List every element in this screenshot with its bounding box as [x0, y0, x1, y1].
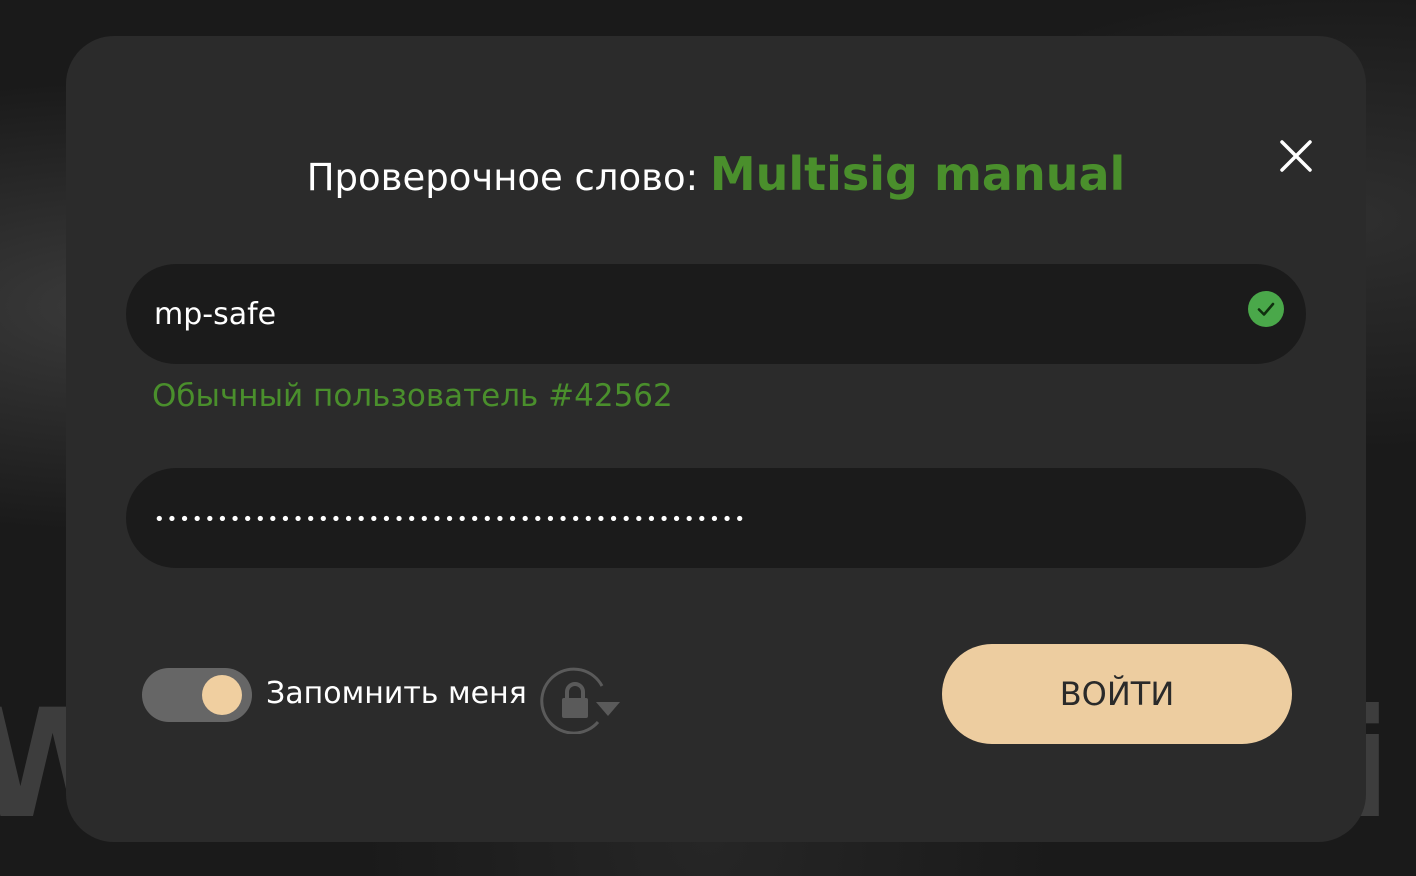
remember-me-label: Запомнить меня [266, 676, 527, 711]
verification-word: Multisig manual [709, 147, 1126, 201]
password-input[interactable]: ••••••••••••••••••••••••••••••••••••••••… [154, 468, 747, 568]
password-field[interactable]: ••••••••••••••••••••••••••••••••••••••••… [126, 468, 1306, 568]
user-status-label: Обычный пользователь #42562 [152, 378, 673, 414]
login-field[interactable] [126, 264, 1306, 364]
login-modal: Проверочное слово: Multisig manual Обычн… [66, 36, 1366, 842]
check-circle-icon [1248, 291, 1284, 327]
title-prefix: Проверочное слово: [306, 156, 699, 199]
lock-rotate-icon[interactable] [540, 664, 622, 734]
remember-me-toggle[interactable] [142, 668, 252, 722]
login-input[interactable] [154, 264, 1214, 364]
modal-title: Проверочное слово: Multisig manual [66, 144, 1366, 208]
toggle-knob [202, 675, 242, 715]
login-button[interactable]: ВОЙТИ [942, 644, 1292, 744]
